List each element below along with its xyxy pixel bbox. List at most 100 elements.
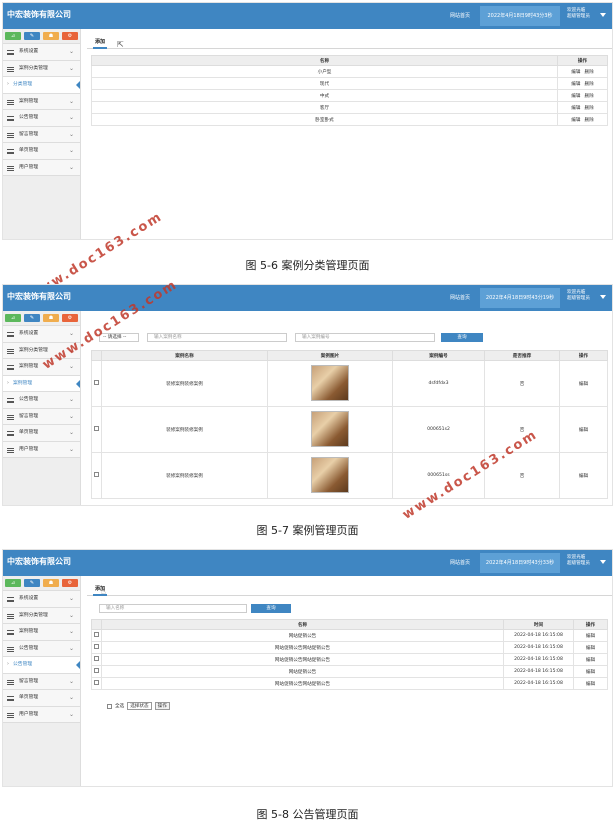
- row-checkbox[interactable]: [94, 656, 99, 661]
- gear-icon[interactable]: ⚙: [62, 314, 78, 322]
- home-link[interactable]: 网站首页: [450, 12, 470, 19]
- delete-link[interactable]: 删除: [585, 118, 594, 123]
- chevron-down-icon: ⌄: [68, 628, 74, 635]
- sidebar-item-cases[interactable]: 案例管理 ⌄: [3, 624, 80, 641]
- sidebar-subitem-active[interactable]: › 分类管理: [3, 77, 80, 94]
- row-checkbox[interactable]: [94, 426, 99, 431]
- chart-icon[interactable]: ⊿: [5, 314, 21, 322]
- table-row: 网站促销公告网站促销公告 2022-04-18 16:15:08 编辑: [91, 641, 608, 654]
- users-icon[interactable]: ☗: [43, 32, 59, 40]
- chevron-down-icon[interactable]: [600, 560, 606, 564]
- sidebar-item-message[interactable]: 留言管理 ⌄: [3, 126, 80, 143]
- notice-name-input[interactable]: 输入名称: [99, 604, 247, 613]
- search-button[interactable]: 查询: [441, 333, 483, 342]
- sidebar-item-notice[interactable]: 公告管理 ⌄: [3, 640, 80, 657]
- quick-buttons: ⊿ ✎ ☗ ⚙: [3, 576, 80, 590]
- sidebar-item-system[interactable]: 系统设置 ⌄: [3, 591, 80, 608]
- sidebar: ⊿ ✎ ☗ ⚙ 系统设置 ⌄ 案例分类管理 ⌄ › 分类管理 案例管理 ⌄ 公告管理 ⌄ …: [3, 29, 81, 239]
- edit-link[interactable]: 编辑: [559, 452, 608, 499]
- sidebar-item-label: 留言管理: [19, 413, 39, 419]
- pencil-icon[interactable]: ✎: [24, 314, 40, 322]
- edit-link[interactable]: 编辑: [573, 665, 608, 678]
- chevron-down-icon: ⌄: [68, 130, 74, 138]
- list-icon: [7, 679, 14, 685]
- edit-link[interactable]: 编辑: [571, 82, 580, 87]
- sidebar-item-label: 系统设置: [19, 596, 39, 601]
- sidebar-item-category[interactable]: 案例分类管理 ⌄: [3, 607, 80, 624]
- edit-link[interactable]: 编辑: [559, 360, 608, 407]
- bulk-action-button[interactable]: 操作: [154, 702, 170, 710]
- home-link[interactable]: 网站首页: [450, 559, 470, 566]
- edit-link[interactable]: 编辑: [573, 641, 608, 654]
- sidebar-item-cases[interactable]: 案例管理 ⌄: [3, 93, 80, 110]
- clock: 2022年4月18日9时43分3秒: [480, 6, 560, 26]
- chevron-down-icon[interactable]: [600, 295, 606, 299]
- edit-link[interactable]: 编辑: [571, 70, 580, 75]
- notice-time: 2022-04-18 16:15:08: [503, 677, 574, 690]
- status-select[interactable]: 选择状态: [127, 702, 152, 710]
- row-checkbox[interactable]: [94, 680, 99, 685]
- list-icon: [7, 116, 14, 121]
- chevron-down-icon[interactable]: [600, 13, 606, 17]
- edit-link[interactable]: 编辑: [571, 106, 580, 111]
- pencil-icon[interactable]: ✎: [24, 32, 40, 40]
- chart-icon[interactable]: ⊿: [5, 579, 21, 587]
- sidebar-item-user[interactable]: 用户管理 ⌄: [3, 441, 80, 458]
- sidebar-item-notice[interactable]: 公告管理 ⌄: [3, 110, 80, 127]
- sidebar-item-system[interactable]: 系统设置 ⌄: [3, 326, 80, 343]
- sidebar-item-message[interactable]: 留言管理 ⌄: [3, 408, 80, 425]
- row-checkbox[interactable]: [94, 644, 99, 649]
- gear-icon[interactable]: ⚙: [62, 32, 78, 40]
- delete-link[interactable]: 删除: [585, 106, 594, 111]
- tab-add[interactable]: 添加: [93, 37, 108, 49]
- sidebar-item-page[interactable]: 单页管理 ⌄: [3, 143, 80, 160]
- table-row: 小户型 编辑 删除: [91, 65, 608, 78]
- active-indicator: [76, 81, 80, 89]
- delete-link[interactable]: 删除: [585, 82, 594, 87]
- sidebar-item-message[interactable]: 留言管理 ⌄: [3, 673, 80, 690]
- edit-link[interactable]: 编辑: [559, 406, 608, 453]
- case-thumbnail: [311, 410, 349, 447]
- users-icon[interactable]: ☗: [43, 579, 59, 587]
- edit-link[interactable]: 编辑: [573, 677, 608, 690]
- home-link[interactable]: 网站首页: [450, 294, 470, 301]
- user-box[interactable]: 欢迎光临 超级管理员: [567, 290, 590, 302]
- edit-link[interactable]: 编辑: [573, 653, 608, 666]
- edit-link[interactable]: 编辑: [573, 629, 608, 642]
- screenshot-category-management: 中宏装饰有限公司 网站首页 2022年4月18日9时43分3秒 欢迎光临 超级管理…: [2, 2, 613, 240]
- notice-time: 2022-04-18 16:15:08: [503, 641, 574, 654]
- delete-link[interactable]: 删除: [585, 94, 594, 99]
- row-checkbox[interactable]: [94, 668, 99, 673]
- search-button[interactable]: 查询: [251, 604, 291, 613]
- edit-link[interactable]: 编辑: [571, 94, 580, 99]
- sidebar-item-page[interactable]: 单页管理 ⌄: [3, 690, 80, 707]
- list-icon: [7, 414, 14, 420]
- pencil-icon[interactable]: ✎: [24, 579, 40, 587]
- sidebar-item-page[interactable]: 单页管理 ⌄: [3, 425, 80, 442]
- row-checkbox[interactable]: [94, 472, 99, 477]
- sidebar-item-user[interactable]: 用户管理 ⌄: [3, 159, 80, 176]
- user-box[interactable]: 欢迎光临 超级管理员: [567, 555, 590, 567]
- checkbox-column-header: [91, 619, 102, 630]
- case-code-input[interactable]: 输入案例编号: [295, 333, 435, 342]
- column-header: 时间: [503, 619, 574, 630]
- user-box[interactable]: 欢迎光临 超级管理员: [567, 8, 590, 20]
- case-name-input[interactable]: 输入案例名称: [147, 333, 287, 342]
- sidebar-subitem-active[interactable]: › 案例管理: [3, 375, 80, 392]
- edit-link[interactable]: 编辑: [571, 118, 580, 123]
- sidebar-item-label: 案例管理: [13, 380, 33, 386]
- sidebar-item-label: 案例管理: [19, 98, 39, 104]
- delete-link[interactable]: 删除: [585, 70, 594, 75]
- sidebar-subitem-active[interactable]: › 公告管理: [3, 657, 80, 674]
- select-all-checkbox[interactable]: [107, 703, 112, 709]
- sidebar-item-category[interactable]: 案例分类管理 ⌄: [3, 60, 80, 77]
- gear-icon[interactable]: ⚙: [62, 579, 78, 587]
- row-checkbox[interactable]: [94, 380, 99, 385]
- sidebar-item-notice[interactable]: 公告管理 ⌄: [3, 392, 80, 409]
- chart-icon[interactable]: ⊿: [5, 32, 21, 40]
- sidebar-item-user[interactable]: 用户管理 ⌄: [3, 706, 80, 723]
- row-checkbox[interactable]: [94, 632, 99, 637]
- users-icon[interactable]: ☗: [43, 314, 59, 322]
- notice-title: 网站促销公告: [101, 665, 504, 678]
- sidebar-item-system[interactable]: 系统设置 ⌄: [3, 44, 80, 61]
